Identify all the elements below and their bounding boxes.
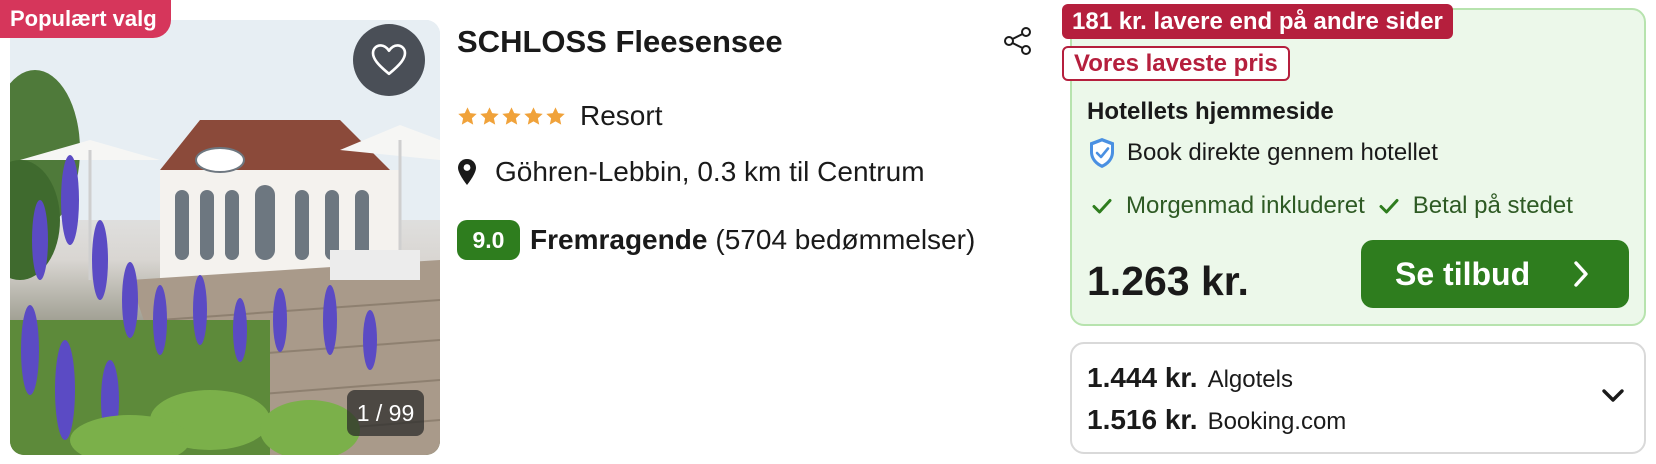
other-price-site: Algotels: [1207, 366, 1293, 393]
rating-row: Resort: [457, 100, 662, 132]
review-row[interactable]: 9.0 Fremragende (5704 bedømmelser): [457, 220, 975, 260]
view-deal-label: Se tilbud: [1395, 255, 1531, 292]
perk-breakfast: Morgenmad inkluderet: [1092, 192, 1365, 220]
heart-icon: [371, 44, 407, 76]
star-icon: [502, 106, 521, 125]
review-score-label: Fremragende: [530, 224, 708, 255]
favorite-button[interactable]: [353, 24, 425, 96]
star-icon: [546, 106, 565, 125]
chevron-right-icon: [1574, 261, 1588, 287]
star-icon: [524, 106, 543, 125]
perk-pay-at-property: Betal på stedet: [1379, 192, 1573, 220]
lowest-price-tag: Vores laveste pris: [1062, 46, 1290, 81]
deal-price: 1.263 kr.: [1087, 258, 1249, 304]
accommodation-type: Resort: [580, 100, 663, 131]
location-row[interactable]: Göhren-Lebbin, 0.3 km til Centrum: [457, 156, 925, 188]
review-count: (5704 bedømmelser): [715, 224, 976, 255]
chevron-down-icon[interactable]: [1600, 388, 1626, 404]
checkmark-icon: [1379, 199, 1399, 214]
other-price-row[interactable]: 1.516 kr. Booking.com: [1087, 404, 1346, 436]
other-price: 1.444 kr.: [1087, 362, 1198, 393]
other-price-row[interactable]: 1.444 kr. Algotels: [1087, 362, 1293, 394]
shield-check-icon: [1090, 138, 1114, 168]
star-icon: [458, 106, 477, 125]
perk-label: Morgenmad inkluderet: [1126, 192, 1365, 219]
deal-provider-name: Hotellets hjemmeside: [1087, 98, 1334, 125]
deal-perks: Morgenmad inkluderet Betal på stedet: [1092, 192, 1587, 220]
star-rating: [457, 106, 566, 127]
savings-tag: 181 kr. lavere end på andre sider: [1062, 4, 1453, 39]
checkmark-icon: [1092, 199, 1112, 214]
perk-label: Betal på stedet: [1412, 192, 1573, 219]
book-direct-text: Book direkte gennem hotellet: [1127, 139, 1438, 166]
popular-choice-badge: Populært valg: [0, 0, 171, 38]
view-deal-button[interactable]: Se tilbud: [1361, 240, 1629, 308]
review-score-badge: 9.0: [457, 220, 520, 260]
location-text: Göhren-Lebbin, 0.3 km til Centrum: [495, 156, 925, 187]
photo-counter: 1 / 99: [347, 390, 424, 436]
map-pin-icon: [458, 159, 476, 185]
star-icon: [480, 106, 499, 125]
other-price: 1.516 kr.: [1087, 404, 1198, 435]
share-icon[interactable]: [1003, 26, 1033, 56]
other-price-site: Booking.com: [1207, 408, 1347, 435]
other-prices-box[interactable]: [1070, 342, 1646, 454]
hotel-name[interactable]: SCHLOSS Fleesensee: [457, 24, 783, 60]
book-direct-row: Book direkte gennem hotellet: [1087, 136, 1438, 170]
